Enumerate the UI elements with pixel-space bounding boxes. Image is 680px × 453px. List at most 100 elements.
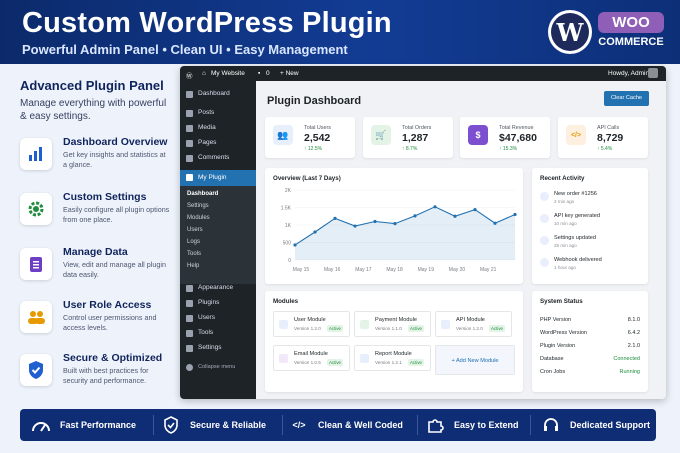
sidebar-item-settings[interactable]: Settings <box>180 341 256 355</box>
payment-icon <box>360 320 369 329</box>
sidebar-item-tools[interactable]: Tools <box>180 326 256 340</box>
module-payment[interactable]: Payment Module Version 1.1.0 Active <box>354 311 431 337</box>
sidebar-item-appearance[interactable]: Appearance <box>180 281 256 295</box>
key-icon <box>540 214 549 223</box>
system-row: Cron Jobs Running <box>540 369 640 375</box>
cart-icon <box>540 192 549 201</box>
features-heading: Advanced Plugin Panel <box>20 78 164 93</box>
submenu-dashboard[interactable]: Dashboard <box>187 191 218 197</box>
submenu-tools[interactable]: Tools <box>187 251 201 257</box>
sidebar-item-media[interactable]: Media <box>180 121 256 135</box>
system-row: WordPress Version 6.4.2 <box>540 330 640 336</box>
sidebar-item-users[interactable]: Users <box>180 311 256 325</box>
benefit-clean-code: </> Clean & Well Coded <box>288 409 402 441</box>
users-icon <box>20 301 52 333</box>
gear-icon <box>186 174 193 181</box>
link-icon <box>540 258 549 267</box>
main-content: Plugin Dashboard Clear Cache 👥 Total Use… <box>256 81 666 399</box>
module-api[interactable]: API Module Version 1.2.0 Active <box>435 311 512 337</box>
benefit-support: Dedicated Support <box>540 409 650 441</box>
add-module-button[interactable]: + Add New Module <box>435 345 515 375</box>
features-subtitle: Manage everything with powerful & easy s… <box>20 98 167 122</box>
sidebar-item-dashboard[interactable]: Dashboard <box>180 87 256 101</box>
x-tick-label: May 16 <box>324 267 341 273</box>
data-point[interactable] <box>513 212 517 217</box>
module-report[interactable]: Report Module Version 1.2.1 Active <box>354 345 431 371</box>
email-icon <box>279 354 288 363</box>
brush-icon <box>186 285 193 292</box>
user-icon <box>186 315 193 322</box>
sidebar-item-plugins[interactable]: Plugins <box>180 296 256 310</box>
media-icon <box>186 125 193 132</box>
modules-card: Modules User Module Version 1.2.0 Active P… <box>265 291 523 392</box>
headset-icon <box>540 414 562 436</box>
stat-total-orders: 🛒 Total Orders 1,287 ↑ 8.7% <box>363 117 453 158</box>
overview-chart-card: Overview (Last 7 Days) 2K 1.5K 1K 500 0 May 1… <box>265 168 523 284</box>
user-icon <box>279 320 288 329</box>
data-point[interactable] <box>433 205 437 209</box>
data-point[interactable] <box>453 214 457 218</box>
submenu-users[interactable]: Users <box>187 227 203 233</box>
data-point[interactable] <box>413 214 417 218</box>
benefit-extend: Easy to Extend <box>424 409 519 441</box>
modules-title: Modules <box>273 298 299 305</box>
data-point[interactable] <box>333 216 337 220</box>
benefit-performance: Fast Performance <box>30 409 136 441</box>
hero-subtitle: Powerful Admin Panel • Clean UI • Easy M… <box>22 42 348 57</box>
plug-icon <box>186 300 193 307</box>
data-point[interactable] <box>393 222 397 226</box>
sidebar-item-pages[interactable]: Pages <box>180 136 256 150</box>
y-tick-label: 1.5K <box>281 206 292 212</box>
gear-icon <box>20 193 52 225</box>
shield-check-icon <box>20 354 52 386</box>
comment-icon <box>186 155 193 162</box>
clipboard-icon <box>20 248 52 280</box>
shield-check-icon <box>160 414 182 436</box>
collapse-menu[interactable]: Collapse menu <box>180 360 256 374</box>
module-user[interactable]: User Module Version 1.2.0 Active <box>273 311 350 337</box>
data-point[interactable] <box>313 230 317 234</box>
site-link[interactable]: My Website <box>211 70 245 77</box>
submenu-settings[interactable]: Settings <box>187 203 209 209</box>
system-row: Plugin Version 2.1.0 <box>540 343 640 349</box>
pin-icon <box>186 110 193 117</box>
submenu-modules[interactable]: Modules <box>187 215 210 221</box>
comment-icon[interactable]: ▪ <box>258 70 260 77</box>
data-point[interactable] <box>473 208 477 212</box>
system-row: PHP Version 8.1.0 <box>540 317 640 323</box>
wp-admin-logo-icon[interactable]: Ⓦ <box>186 70 193 80</box>
stat-api-calls: </> API Calls 8,729 ↑ 5.4% <box>558 117 648 158</box>
collapse-icon <box>186 364 193 371</box>
new-link[interactable]: + New <box>280 70 299 77</box>
code-icon: </> <box>292 420 306 430</box>
code-icon <box>441 320 450 329</box>
status-badge: Active <box>408 359 424 366</box>
woocommerce-logo: WOO COMMERCE <box>598 12 664 48</box>
howdy-link[interactable]: Howdy, Admin <box>608 70 649 77</box>
plugin-submenu: Dashboard Settings Modules Users Logs To… <box>180 186 256 284</box>
y-tick-label: 500 <box>283 241 292 247</box>
admin-top-bar: Ⓦ ⌂ My Website ▪ 0 + New Howdy, Admin <box>180 66 666 81</box>
data-point[interactable] <box>293 243 297 247</box>
sidebar-item-comments[interactable]: Comments <box>180 151 256 165</box>
admin-sidebar: Dashboard Posts Media Pages Comments My … <box>180 81 256 399</box>
data-point[interactable] <box>353 224 357 228</box>
users-icon: 👥 <box>273 125 293 145</box>
submenu-help[interactable]: Help <box>187 263 199 269</box>
stat-total-revenue: $ Total Revenue $47,680 ↑ 15.3% <box>460 117 550 158</box>
avatar[interactable] <box>648 68 658 78</box>
wordpress-logo-icon: W <box>548 10 592 54</box>
bar-chart-icon <box>20 138 52 170</box>
submenu-logs[interactable]: Logs <box>187 239 200 245</box>
system-title: System Status <box>540 298 583 305</box>
data-point[interactable] <box>493 221 497 225</box>
report-icon <box>360 354 369 363</box>
recent-activity-card: Recent Activity New order #1256 2 min ago… <box>532 168 648 284</box>
sidebar-item-my-plugin[interactable]: My Plugin <box>180 170 256 186</box>
data-point[interactable] <box>373 219 377 224</box>
clear-cache-button[interactable]: Clear Cache <box>604 91 649 106</box>
sidebar-item-posts[interactable]: Posts <box>180 106 256 120</box>
x-tick-label: May 21 <box>480 267 497 273</box>
module-email[interactable]: Email Module Version 1.0.5 Active <box>273 345 350 371</box>
cart-icon: 🛒 <box>371 125 391 145</box>
